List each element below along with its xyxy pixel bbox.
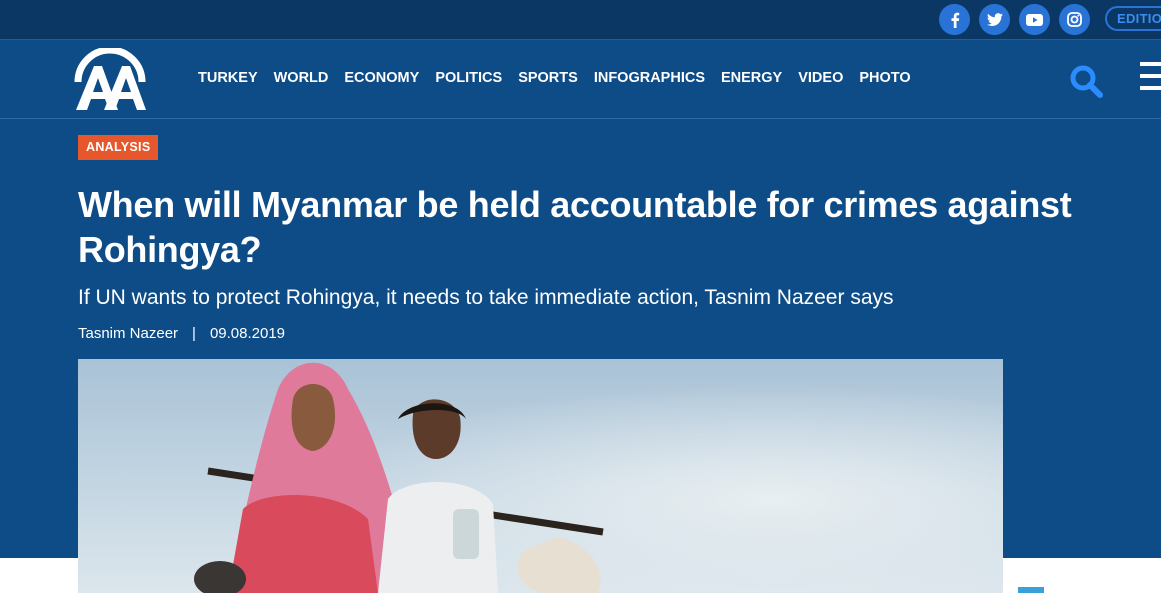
nav-item-photo[interactable]: PHOTO [859,70,910,86]
hamburger-menu-icon[interactable] [1140,62,1161,102]
corner-tab [1018,587,1044,593]
article-subtitle: If UN wants to protect Rohingya, it need… [78,286,894,309]
nav-item-infographics[interactable]: INFOGRAPHICS [594,70,705,86]
category-badge[interactable]: ANALYSIS [78,135,159,160]
twitter-icon[interactable] [979,4,1010,35]
aa-logo[interactable] [72,46,148,112]
article-title: When will Myanmar be held accountable fo… [78,184,1072,270]
nav-item-sports[interactable]: SPORTS [518,70,578,86]
instagram-icon[interactable] [1059,4,1090,35]
top-bar: EDITION [0,0,1161,40]
nav-item-politics[interactable]: POLITICS [435,70,502,86]
author-name[interactable]: Tasnim Nazeer [78,325,178,342]
edition-selector[interactable]: EDITION [1105,6,1161,31]
main-navbar: TURKEY WORLD ECONOMY POLITICS SPORTS INF… [0,40,1161,119]
publish-date: 09.08.2019 [209,325,286,342]
article-meta: Tasnim Nazeer | 09.08.2019 [78,325,285,342]
nav-item-energy[interactable]: ENERGY [721,70,782,86]
search-icon[interactable] [1069,64,1103,98]
nav-item-turkey[interactable]: TURKEY [198,70,258,86]
nav-item-world[interactable]: WORLD [274,70,329,86]
meta-separator: | [192,325,196,342]
nav-item-video[interactable]: VIDEO [798,70,843,86]
nav-item-economy[interactable]: ECONOMY [344,70,419,86]
youtube-icon[interactable] [1019,4,1050,35]
primary-nav: TURKEY WORLD ECONOMY POLITICS SPORTS INF… [198,70,927,86]
article-photo [78,359,1003,593]
facebook-icon[interactable] [939,4,970,35]
